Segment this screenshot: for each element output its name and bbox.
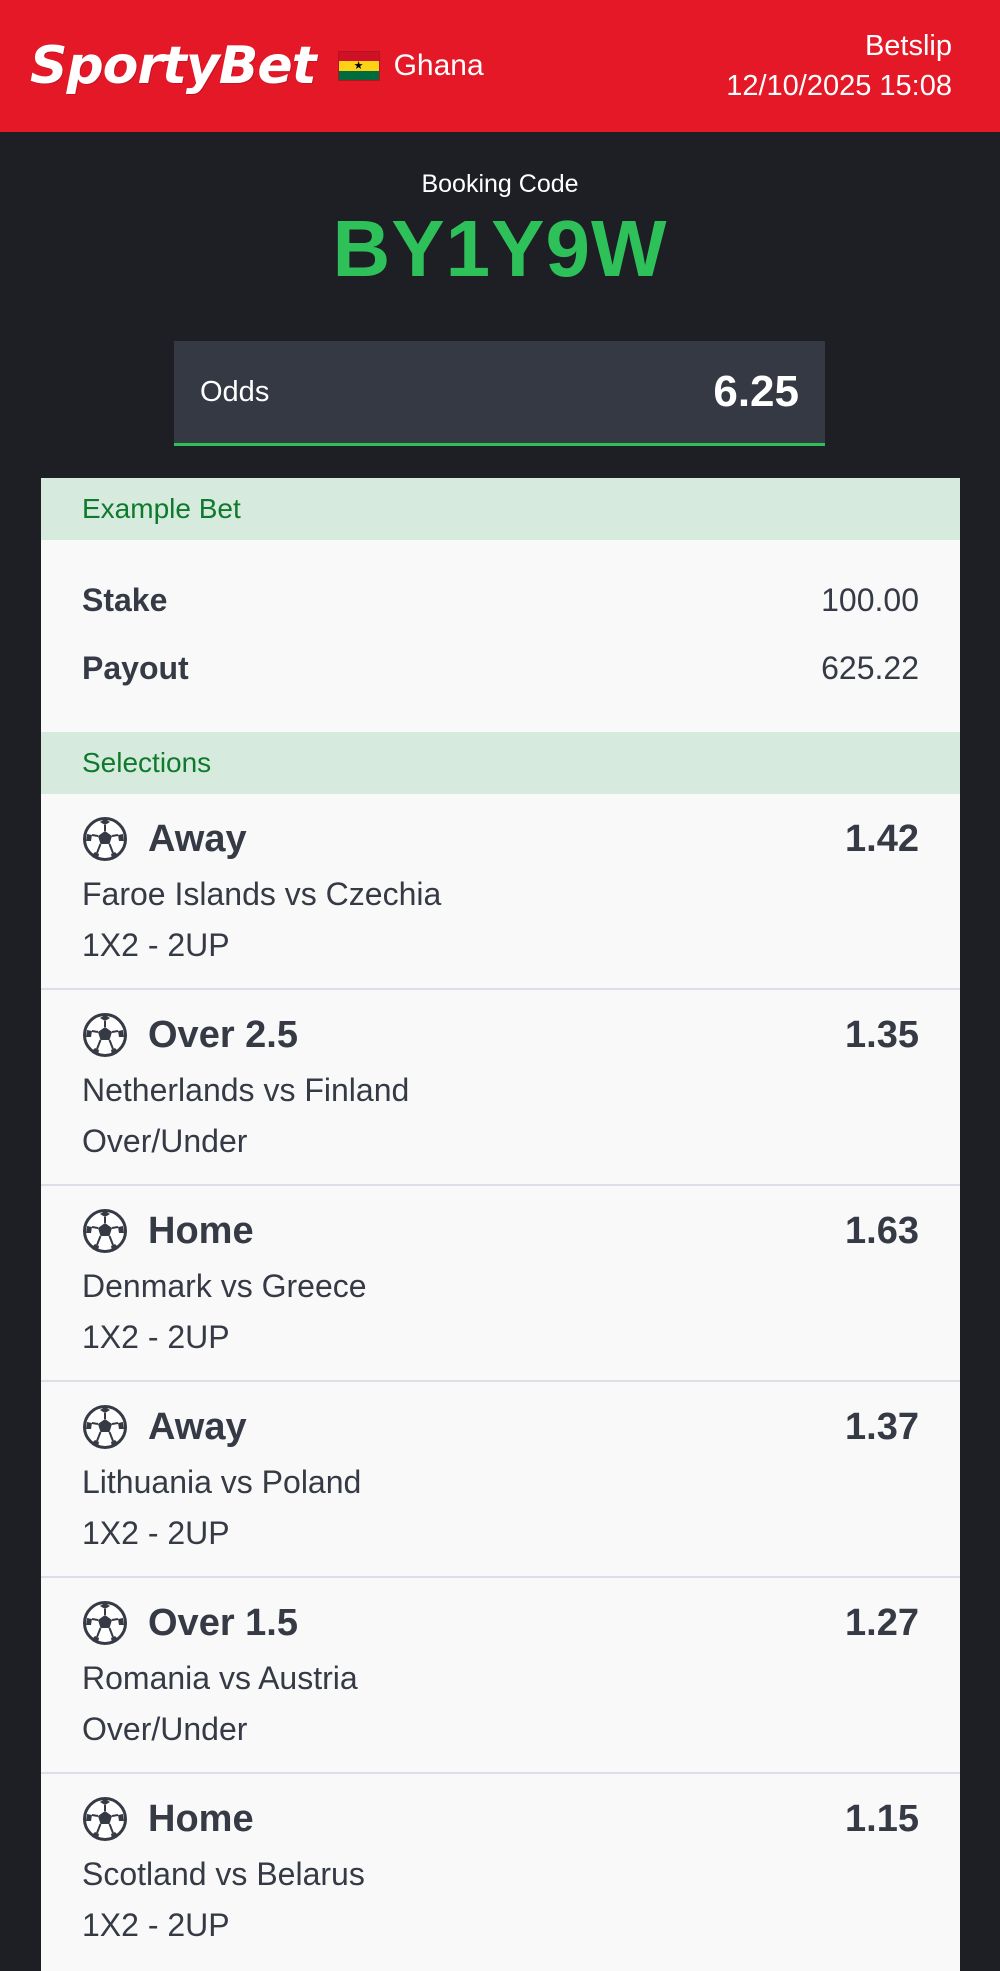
selection-market: 1X2 - 2UP [82,1907,230,1943]
selection-pick: Away [148,817,247,860]
stake-label: Stake [82,582,168,618]
ghana-flag-icon: ★ [337,51,380,81]
selection-match: Scotland vs Belarus [82,1856,365,1892]
odds-value: 6.25 [713,367,799,416]
example-bet-heading: Example Bet [41,478,960,540]
selection-odd: 1.27 [845,1601,919,1644]
soccer-ball-icon [83,1405,127,1449]
selection-item[interactable]: Over 2.5 1.35 Netherlands vs Finland Ove… [41,990,960,1186]
booking-code-block: Booking Code BY1Y9W [0,170,1000,295]
country-label: Ghana [393,49,484,82]
total-odds-box: Odds 6.25 [174,341,825,446]
selection-item[interactable]: Home 1.15 Scotland vs Belarus 1X2 - 2UP [41,1774,960,1970]
stake-row: Stake 100.00 [82,540,919,619]
selection-pick: Away [148,1405,247,1448]
sportybet-logo[interactable]: SportyBet [30,36,317,96]
booking-code-label: Booking Code [421,170,579,198]
booking-code-value[interactable]: BY1Y9W [0,203,1000,295]
selection-odd: 1.15 [845,1797,919,1840]
payout-row: Payout 625.22 [82,619,919,687]
selection-match: Faroe Islands vs Czechia [82,876,442,912]
soccer-ball-icon [83,1601,127,1645]
selection-pick: Over 2.5 [148,1013,298,1056]
payout-value: 625.22 [821,650,919,686]
soccer-ball-icon [83,817,127,861]
header-info: Betslip 12/10/2025 15:08 [726,26,952,106]
soccer-ball-icon [83,1013,127,1057]
selection-match: Romania vs Austria [82,1660,358,1696]
header-brand: SportyBet ★ Ghana [30,36,484,96]
selection-match: Denmark vs Greece [82,1268,367,1304]
stake-value: 100.00 [821,582,919,618]
selection-match: Lithuania vs Poland [82,1464,362,1500]
selection-pick: Home [148,1797,254,1840]
selection-odd: 1.63 [845,1209,919,1252]
selection-pick: Home [148,1209,254,1252]
selections-list: Away 1.42 Faroe Islands vs Czechia 1X2 -… [41,794,960,1970]
selection-market: Over/Under [82,1711,248,1747]
odds-label: Odds [200,375,270,408]
selection-market: Over/Under [82,1123,248,1159]
betslip-title: Betslip [864,30,952,62]
selections-heading: Selections [41,732,960,794]
selection-market: 1X2 - 2UP [82,1319,230,1355]
selection-match: Netherlands vs Finland [82,1072,410,1108]
selection-market: 1X2 - 2UP [82,1515,230,1551]
selection-item[interactable]: Away 1.42 Faroe Islands vs Czechia 1X2 -… [41,794,960,990]
betslip-datetime: 12/10/2025 15:08 [726,70,952,102]
app-header: SportyBet ★ Ghana Betslip 12/10/2025 15:… [0,0,1000,132]
betslip-card: Example Bet Stake 100.00 Payout 625.22 S… [41,478,960,1971]
soccer-ball-icon [83,1797,127,1841]
selection-odd: 1.35 [845,1013,919,1056]
selection-item[interactable]: Home 1.63 Denmark vs Greece 1X2 - 2UP [41,1186,960,1382]
selection-market: 1X2 - 2UP [82,927,230,963]
soccer-ball-icon [83,1209,127,1253]
selection-pick: Over 1.5 [148,1601,298,1644]
example-bet-details: Stake 100.00 Payout 625.22 [41,540,960,732]
selection-odd: 1.37 [845,1405,919,1448]
payout-label: Payout [82,650,189,686]
selection-item[interactable]: Away 1.37 Lithuania vs Poland 1X2 - 2UP [41,1382,960,1578]
selection-item[interactable]: Over 1.5 1.27 Romania vs Austria Over/Un… [41,1578,960,1774]
selection-odd: 1.42 [845,817,919,860]
